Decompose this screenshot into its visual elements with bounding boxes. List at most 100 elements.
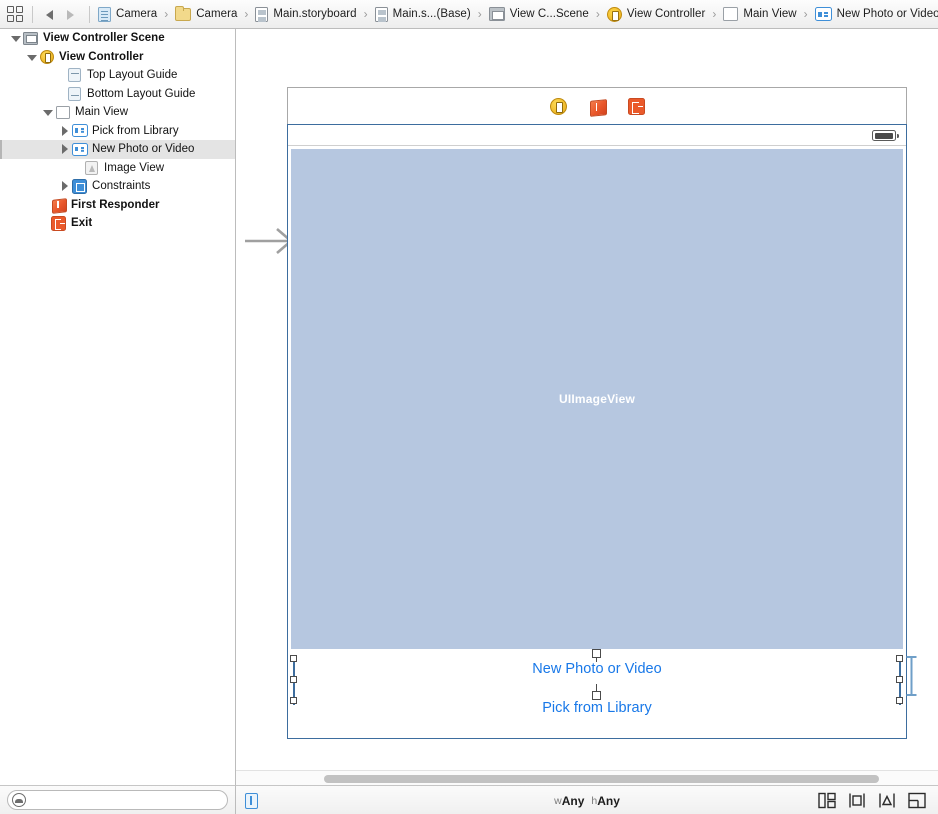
constraint-badge-bottom[interactable] (592, 691, 601, 700)
selection-handle[interactable] (290, 676, 297, 683)
view-controller-icon (606, 6, 622, 22)
breadcrumb-label: View C...Scene (509, 8, 589, 20)
image-view-icon (83, 160, 100, 176)
top-layout-guide-icon (66, 67, 83, 83)
outline-filter-bar (0, 785, 236, 814)
disclosure-triangle-icon[interactable] (26, 51, 38, 63)
breadcrumb-item-main-view[interactable]: Main View (723, 0, 797, 28)
back-arrow-icon[interactable] (41, 6, 58, 23)
ui-image-view[interactable]: UIImageView (291, 149, 903, 649)
outline-row-view-controller[interactable]: View Controller (0, 48, 235, 67)
project-document-icon (98, 6, 111, 22)
canvas-status-bar: w Any h Any (236, 785, 938, 814)
device-preview[interactable]: UIImageView New Photo or Video Pick from… (287, 124, 907, 739)
pick-from-library-button[interactable]: Pick from Library (288, 700, 906, 716)
outline-row-label: Image View (104, 161, 165, 174)
outline-row-label: Bottom Layout Guide (87, 87, 196, 100)
button-icon (71, 123, 88, 139)
disclosure-triangle-icon[interactable] (59, 143, 71, 155)
outline-row-first-responder[interactable]: First Responder (0, 196, 235, 215)
view-icon (723, 7, 739, 21)
outline-row-image-view[interactable]: Image View (0, 159, 235, 178)
outline-row-label: Top Layout Guide (87, 69, 178, 82)
disclosure-triangle-icon[interactable] (59, 125, 71, 137)
align-button[interactable] (847, 792, 867, 809)
breadcrumb-label: Camera (116, 8, 158, 20)
outline-row-label: New Photo or Video (92, 143, 195, 156)
ios-status-bar (288, 125, 906, 146)
disclosure-triangle-icon[interactable] (42, 106, 54, 118)
forward-arrow-icon[interactable] (61, 6, 78, 23)
disclosure-triangle-icon[interactable] (59, 180, 71, 192)
outline-row-bottom-layout-guide[interactable]: Bottom Layout Guide (0, 85, 235, 104)
breadcrumb-item-folder[interactable]: Camera (175, 0, 238, 28)
grid-cell (16, 14, 23, 22)
divider (32, 5, 33, 23)
grid-cell (16, 5, 23, 13)
outline-row-label: View Controller Scene (43, 32, 165, 45)
auto-layout-toolbar (817, 786, 927, 814)
divider (89, 5, 90, 23)
new-photo-or-video-button[interactable]: New Photo or Video (288, 661, 906, 677)
height-constraint-indicator[interactable] (906, 654, 917, 698)
filter-input[interactable] (7, 790, 228, 810)
exit-icon (50, 215, 67, 231)
scene-icon (22, 30, 39, 46)
first-responder-dock-icon[interactable] (589, 98, 606, 115)
breadcrumb-item-storyboard-base[interactable]: Main.s...(Base) (374, 0, 471, 28)
outline-row-top-layout-guide[interactable]: Top Layout Guide (0, 66, 235, 85)
pin-button[interactable] (877, 792, 897, 809)
outline-row-label: First Responder (71, 198, 160, 211)
outline-row-constraints[interactable]: Constraints (0, 177, 235, 196)
outline-row-main-view[interactable]: Main View (0, 103, 235, 122)
resolve-button[interactable] (907, 792, 927, 809)
constraint-badge-top[interactable] (592, 649, 601, 658)
size-class-width-value: Any (561, 793, 585, 808)
bottom-layout-guide-icon (66, 86, 83, 102)
breadcrumb-item-project[interactable]: Camera (98, 0, 158, 28)
breadcrumb-chevron-icon: › (803, 7, 808, 21)
filter-icon[interactable] (12, 793, 26, 807)
outline-row-view-controller-scene[interactable]: View Controller Scene (0, 29, 235, 48)
breadcrumb-chevron-icon: › (595, 7, 600, 21)
breadcrumb-label: Main.storyboard (273, 8, 357, 20)
breadcrumb-chevron-icon: › (477, 7, 482, 21)
breadcrumb-item-storyboard[interactable]: Main.storyboard (255, 0, 357, 28)
disclosure-triangle-icon[interactable] (10, 32, 22, 44)
outline-row-exit[interactable]: Exit (0, 214, 235, 233)
breadcrumb-label: Main.s...(Base) (392, 8, 471, 20)
breadcrumb-item-new-photo-or-video[interactable]: New Photo or Video (814, 0, 938, 28)
outline-row-new-photo-or-video[interactable]: New Photo or Video (0, 140, 235, 159)
breadcrumb-item-scene[interactable]: View C...Scene (488, 0, 589, 28)
outline-row-pick-from-library[interactable]: Pick from Library (0, 122, 235, 141)
scene-dock (287, 87, 907, 124)
document-outline[interactable]: View Controller Scene View Controller To… (0, 29, 236, 785)
breadcrumb-chevron-icon: › (712, 7, 717, 21)
view-controller-dock-icon[interactable] (549, 97, 567, 115)
first-responder-icon (50, 197, 67, 213)
breadcrumb-label: Camera (196, 8, 238, 20)
size-class-height-value: Any (597, 793, 620, 808)
grid-cell (7, 5, 14, 13)
storyboard-canvas[interactable]: UIImageView New Photo or Video Pick from… (236, 29, 938, 770)
ui-image-view-label: UIImageView (558, 392, 635, 406)
outline-row-label: Constraints (92, 180, 151, 193)
stack-button[interactable] (817, 792, 837, 809)
battery-icon (872, 130, 899, 141)
view-controller-scene[interactable]: UIImageView New Photo or Video Pick from… (287, 87, 917, 739)
selection-handle[interactable] (896, 676, 903, 683)
view-icon (54, 104, 71, 120)
canvas-horizontal-scrollbar[interactable] (236, 770, 938, 785)
breadcrumb-chevron-icon: › (244, 7, 249, 21)
size-class-width-prefix: w (554, 794, 562, 807)
grid-view-icon[interactable] (7, 5, 24, 23)
exit-dock-icon[interactable] (627, 97, 645, 115)
breadcrumb-item-view-controller[interactable]: View Controller (606, 0, 706, 28)
jump-bar: Camera › Camera › Main.storyboard › Main… (0, 0, 938, 29)
scrollbar-thumb[interactable] (324, 775, 879, 783)
outline-row-label: View Controller (59, 50, 144, 63)
folder-icon (175, 5, 192, 21)
